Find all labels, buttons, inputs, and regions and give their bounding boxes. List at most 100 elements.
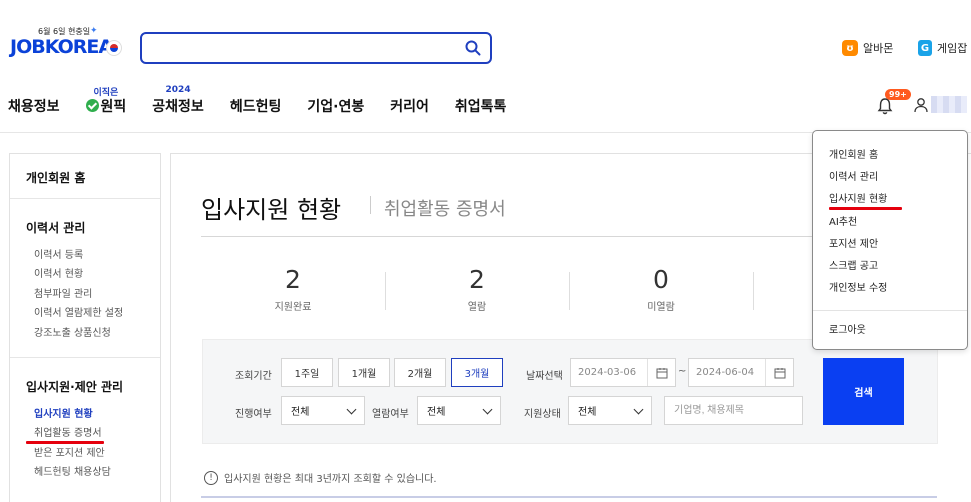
sidebar-item-application-status[interactable]: 입사지원 현황 bbox=[26, 405, 160, 424]
nav-item-onepick[interactable]: 이직은 원픽 bbox=[85, 88, 127, 116]
menu-item-ai-recommend[interactable]: AI추천 bbox=[829, 213, 857, 228]
read-select-value: 전체 bbox=[427, 407, 446, 418]
sidebar-section-applications: 입사지원·제안 관리 입사지원 현황 취업활동 증명서 받은 포지션 제안 헤드… bbox=[10, 358, 160, 497]
nav-sup-label: 이직은 bbox=[93, 88, 119, 98]
date-label: 날짜선택 bbox=[526, 371, 563, 382]
chevron-down-icon bbox=[346, 404, 357, 415]
sidebar-item-employment-certificate[interactable]: 취업활동 증명서 bbox=[26, 424, 160, 445]
nav-label: 취업톡톡 bbox=[454, 99, 507, 115]
user-icon[interactable] bbox=[913, 97, 929, 113]
date-range-separator: ~ bbox=[678, 366, 687, 377]
period-3month-button[interactable]: 3개월 bbox=[451, 358, 503, 387]
menu-item-position-offers[interactable]: 포지션 제안 bbox=[829, 235, 878, 250]
progress-select-value: 전체 bbox=[291, 407, 310, 418]
progress-select[interactable]: 전체 bbox=[281, 396, 365, 425]
site-header: 6월 6일 현충일 ✦ JOBKOREA ʊ 알바몬 G 게임잡 채용정보 이직… bbox=[0, 0, 971, 133]
stat-applied[interactable]: 2 지원완료 bbox=[201, 266, 385, 314]
nav-sup-label: 2024 bbox=[165, 85, 191, 95]
sidebar-item-resume-status[interactable]: 이력서 현황 bbox=[26, 265, 160, 284]
keyword-field bbox=[664, 396, 803, 425]
nav-item-career[interactable]: 커리어 bbox=[390, 96, 429, 116]
period-1month-button[interactable]: 1개월 bbox=[338, 358, 390, 387]
sidebar-section-title: 입사지원·제안 관리 bbox=[26, 380, 124, 395]
table-top-border bbox=[201, 496, 937, 498]
sidebar-item-attachments[interactable]: 첨부파일 관리 bbox=[26, 285, 160, 304]
period-1week-button[interactable]: 1주일 bbox=[281, 358, 333, 387]
status-select-value: 전체 bbox=[578, 407, 597, 418]
period-label: 조회기간 bbox=[235, 371, 272, 382]
jobkorea-logo[interactable]: 6월 6일 현충일 ✦ JOBKOREA bbox=[10, 26, 125, 64]
read-select[interactable]: 전체 bbox=[417, 396, 501, 425]
search-icon[interactable] bbox=[465, 40, 481, 56]
stat-label: 미열람 bbox=[647, 302, 675, 313]
sidebar-home-link[interactable]: 개인회원 홈 bbox=[10, 154, 160, 199]
employment-certificate-tab[interactable]: 취업활동 증명서 bbox=[384, 195, 506, 221]
title-divider bbox=[370, 196, 371, 214]
nav-label: 공채정보 bbox=[152, 99, 204, 115]
albamon-link[interactable]: ʊ 알바몬 bbox=[842, 40, 893, 56]
period-2month-button[interactable]: 2개월 bbox=[394, 358, 446, 387]
stat-value: 2 bbox=[285, 265, 301, 294]
menu-item-scraps[interactable]: 스크랩 공고 bbox=[829, 257, 878, 272]
date-to-value: 2024-06-04 bbox=[696, 367, 755, 378]
status-select[interactable]: 전체 bbox=[568, 396, 652, 425]
date-to-field[interactable]: 2024-06-04 bbox=[688, 358, 794, 387]
chevron-down-icon bbox=[482, 404, 493, 415]
menu-item-application-status[interactable]: 입사지원 현황 bbox=[829, 190, 887, 205]
sidebar: 개인회원 홈 이력서 관리 이력서 등록 이력서 현황 첨부파일 관리 이력서 … bbox=[9, 153, 161, 502]
sidebar-item-position-offers[interactable]: 받은 포지션 제안 bbox=[26, 444, 160, 463]
stat-label: 열람 bbox=[467, 302, 487, 313]
nav-label: 헤드헌팅 bbox=[229, 99, 282, 115]
sidebar-item-highlight-product[interactable]: 강조노출 상품신청 bbox=[26, 324, 160, 343]
progress-label: 진행여부 bbox=[235, 409, 272, 420]
chevron-down-icon bbox=[633, 404, 644, 415]
search-box bbox=[140, 32, 492, 64]
stat-divider bbox=[753, 272, 754, 310]
nav-item-headhunting[interactable]: 헤드헌팅 bbox=[230, 96, 282, 116]
nav-label: 채용정보 bbox=[8, 99, 60, 115]
nav-item-talk[interactable]: 취업톡톡 bbox=[455, 96, 507, 116]
sparkle-icon: ✦ bbox=[90, 26, 98, 36]
sidebar-item-view-restriction[interactable]: 이력서 열람제한 설정 bbox=[26, 304, 160, 323]
main-nav: 채용정보 이직은 원픽 2024 공채정보 헤드헌팅 기업·연봉 커리어 취업톡… bbox=[8, 85, 532, 116]
nav-item-company-salary[interactable]: 기업·연봉 bbox=[307, 96, 364, 116]
notice-text: 입사지원 현황은 최대 3년까지 조회할 수 있습니다. bbox=[224, 474, 437, 485]
korean-flag-icon bbox=[106, 40, 122, 56]
page-title: 입사지원 현황 bbox=[201, 196, 342, 224]
menu-item-resume[interactable]: 이력서 관리 bbox=[829, 168, 878, 183]
check-circle-icon bbox=[85, 99, 99, 112]
nav-label: 커리어 bbox=[390, 99, 429, 115]
search-input[interactable] bbox=[142, 34, 452, 62]
menu-item-home[interactable]: 개인회원 홈 bbox=[829, 146, 878, 161]
filter-panel: 조회기간 1주일 1개월 2개월 3개월 날짜선택 2024-03-06 ~ 2… bbox=[202, 339, 938, 444]
keyword-input[interactable] bbox=[665, 397, 802, 424]
gamejob-icon: G bbox=[918, 40, 932, 56]
menu-item-edit-profile[interactable]: 개인정보 수정 bbox=[829, 279, 887, 294]
blurred-username[interactable] bbox=[931, 96, 967, 113]
albamon-label: 알바몬 bbox=[863, 42, 894, 55]
search-button[interactable]: 검색 bbox=[823, 358, 904, 425]
red-highlight-mark bbox=[26, 441, 104, 445]
sidebar-item-headhunting-consult[interactable]: 헤드헌팅 채용상담 bbox=[26, 463, 160, 482]
nav-label: 원픽 bbox=[100, 99, 127, 115]
stat-value: 0 bbox=[653, 265, 669, 294]
sidebar-section-resume: 이력서 관리 이력서 등록 이력서 현황 첨부파일 관리 이력서 열람제한 설정… bbox=[10, 199, 160, 359]
sidebar-item-resume-register[interactable]: 이력서 등록 bbox=[26, 246, 160, 265]
gamejob-link[interactable]: G 게임잡 bbox=[918, 40, 967, 56]
stat-label: 지원완료 bbox=[274, 302, 312, 313]
date-from-field[interactable]: 2024-03-06 bbox=[570, 358, 676, 387]
sidebar-item-label: 취업활동 증명서 bbox=[34, 428, 102, 440]
stat-value: 2 bbox=[469, 265, 485, 294]
gamejob-label: 게임잡 bbox=[937, 42, 968, 55]
stat-viewed[interactable]: 2 열람 bbox=[385, 266, 569, 314]
notice: ! 입사지원 현황은 최대 3년까지 조회할 수 있습니다. bbox=[204, 470, 437, 485]
stat-unviewed[interactable]: 0 미열람 bbox=[569, 266, 753, 314]
user-menu-dropdown: 개인회원 홈 이력서 관리 입사지원 현황 AI추천 포지션 제안 스크랩 공고… bbox=[812, 130, 968, 350]
logo-text: JOBKOREA bbox=[10, 36, 113, 58]
calendar-icon[interactable] bbox=[647, 359, 675, 386]
calendar-icon[interactable] bbox=[765, 359, 793, 386]
nav-label: 기업·연봉 bbox=[307, 99, 365, 115]
nav-item-jobs[interactable]: 채용정보 bbox=[8, 96, 60, 116]
menu-item-logout[interactable]: 로그아웃 bbox=[829, 321, 866, 336]
nav-item-public-hiring[interactable]: 2024 공채정보 bbox=[152, 85, 204, 116]
